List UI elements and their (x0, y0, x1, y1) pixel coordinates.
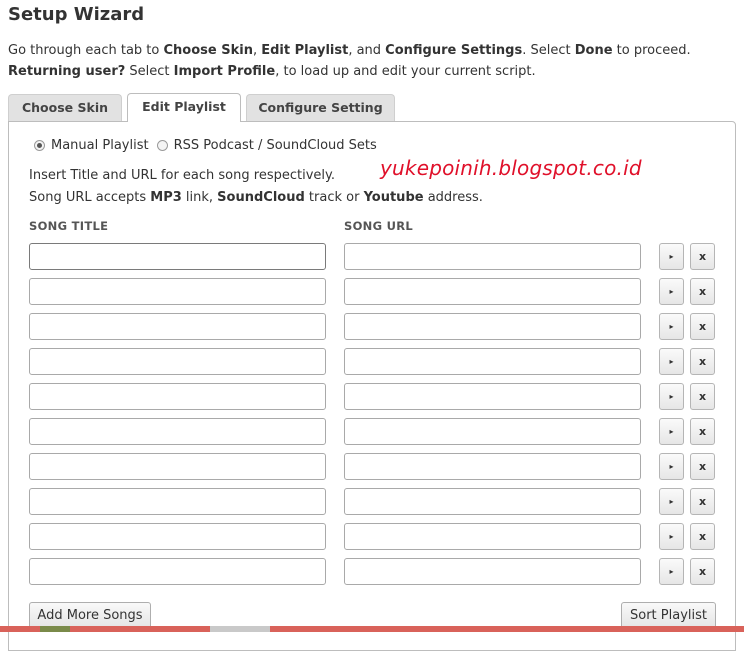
song-title-input[interactable] (29, 453, 326, 480)
bottom-edge-strip (0, 626, 744, 632)
play-icon[interactable]: ▸ (659, 243, 684, 270)
song-row: ▸ x (9, 243, 737, 270)
help-text-part: address. (423, 190, 483, 205)
close-icon[interactable]: x (690, 418, 715, 445)
help-text-part: link, (181, 190, 218, 205)
intro-highlight: Returning user? (8, 64, 126, 79)
song-title-input[interactable] (29, 383, 326, 410)
help-highlight: Youtube (363, 190, 424, 205)
song-row: ▸ x (9, 313, 737, 340)
intro-text-part: , (252, 43, 262, 58)
intro-text-part: Select (125, 64, 174, 79)
close-icon[interactable]: x (690, 243, 715, 270)
song-url-input[interactable] (344, 453, 641, 480)
play-icon[interactable]: ▸ (659, 523, 684, 550)
play-icon[interactable]: ▸ (659, 383, 684, 410)
add-more-songs-button[interactable]: Add More Songs (29, 602, 151, 629)
manual-playlist-radio[interactable] (34, 140, 45, 151)
watermark-text: yukepoinih.blogspot.co.id (380, 156, 642, 180)
song-title-input[interactable] (29, 488, 326, 515)
play-icon[interactable]: ▸ (659, 313, 684, 340)
song-row: ▸ x (9, 278, 737, 305)
close-icon[interactable]: x (690, 383, 715, 410)
intro-text-part: , and (348, 43, 386, 58)
intro-text-part: Go through each tab to (8, 43, 164, 58)
close-icon[interactable]: x (690, 453, 715, 480)
song-url-input[interactable] (344, 313, 641, 340)
song-title-column-header: SONG TITLE (29, 219, 109, 233)
song-url-input[interactable] (344, 523, 641, 550)
song-url-input[interactable] (344, 243, 641, 270)
song-row: ▸ x (9, 418, 737, 445)
song-url-input[interactable] (344, 348, 641, 375)
song-row: ▸ x (9, 488, 737, 515)
song-row: ▸ x (9, 523, 737, 550)
strip-segment (210, 626, 270, 632)
rss-podcast-label[interactable]: RSS Podcast / SoundCloud Sets (174, 138, 377, 153)
play-icon[interactable]: ▸ (659, 278, 684, 305)
play-icon[interactable]: ▸ (659, 418, 684, 445)
manual-playlist-label[interactable]: Manual Playlist (51, 138, 149, 153)
page-title: Setup Wizard (8, 4, 145, 25)
song-title-input[interactable] (29, 278, 326, 305)
intro-text-part: . Select (522, 43, 575, 58)
intro-highlight: Done (574, 43, 613, 58)
song-url-input[interactable] (344, 558, 641, 585)
help-line-2: Song URL accepts MP3 link, SoundCloud tr… (29, 187, 483, 209)
intro-text: Go through each tab to Choose Skin, Edit… (8, 40, 691, 82)
song-url-input[interactable] (344, 383, 641, 410)
close-icon[interactable]: x (690, 313, 715, 340)
intro-line-1: Go through each tab to Choose Skin, Edit… (8, 40, 691, 61)
playlist-source-options: Manual Playlist RSS Podcast / SoundCloud… (34, 138, 385, 153)
intro-highlight: Configure Settings (385, 43, 523, 58)
song-title-input[interactable] (29, 558, 326, 585)
close-icon[interactable]: x (690, 558, 715, 585)
intro-highlight: Import Profile (173, 64, 276, 79)
song-title-input[interactable] (29, 523, 326, 550)
help-highlight: SoundCloud (217, 190, 305, 205)
play-icon[interactable]: ▸ (659, 558, 684, 585)
tab-choose-skin[interactable]: Choose Skin (8, 94, 122, 121)
intro-text-part: , to load up and edit your current scrip… (275, 64, 536, 79)
song-title-input[interactable] (29, 348, 326, 375)
close-icon[interactable]: x (690, 348, 715, 375)
rss-podcast-radio[interactable] (156, 140, 168, 151)
song-row: ▸ x (9, 348, 737, 375)
close-icon[interactable]: x (690, 523, 715, 550)
play-icon[interactable]: ▸ (659, 453, 684, 480)
intro-text-part: to proceed. (612, 43, 691, 58)
song-url-input[interactable] (344, 488, 641, 515)
intro-line-2: Returning user? Select Import Profile, t… (8, 61, 691, 82)
song-row: ▸ x (9, 453, 737, 480)
song-title-input[interactable] (29, 243, 326, 270)
play-icon[interactable]: ▸ (659, 348, 684, 375)
close-icon[interactable]: x (690, 278, 715, 305)
tab-configure-setting[interactable]: Configure Setting (246, 94, 395, 121)
song-url-input[interactable] (344, 418, 641, 445)
help-highlight: MP3 (150, 190, 182, 205)
edit-playlist-panel: Manual Playlist RSS Podcast / SoundCloud… (8, 121, 736, 651)
intro-highlight: Choose Skin (163, 43, 253, 58)
song-row: ▸ x (9, 383, 737, 410)
radio-selected-dot (37, 143, 42, 148)
song-url-column-header: SONG URL (344, 219, 414, 233)
help-text-part: Song URL accepts (29, 190, 151, 205)
close-icon[interactable]: x (690, 488, 715, 515)
sort-playlist-button[interactable]: Sort Playlist (621, 602, 716, 629)
intro-highlight: Edit Playlist (261, 43, 349, 58)
song-row: ▸ x (9, 558, 737, 585)
help-text-part: track or (304, 190, 364, 205)
tab-edit-playlist[interactable]: Edit Playlist (127, 93, 241, 122)
strip-segment (40, 626, 70, 632)
song-title-input[interactable] (29, 313, 326, 340)
song-title-input[interactable] (29, 418, 326, 445)
song-url-input[interactable] (344, 278, 641, 305)
play-icon[interactable]: ▸ (659, 488, 684, 515)
